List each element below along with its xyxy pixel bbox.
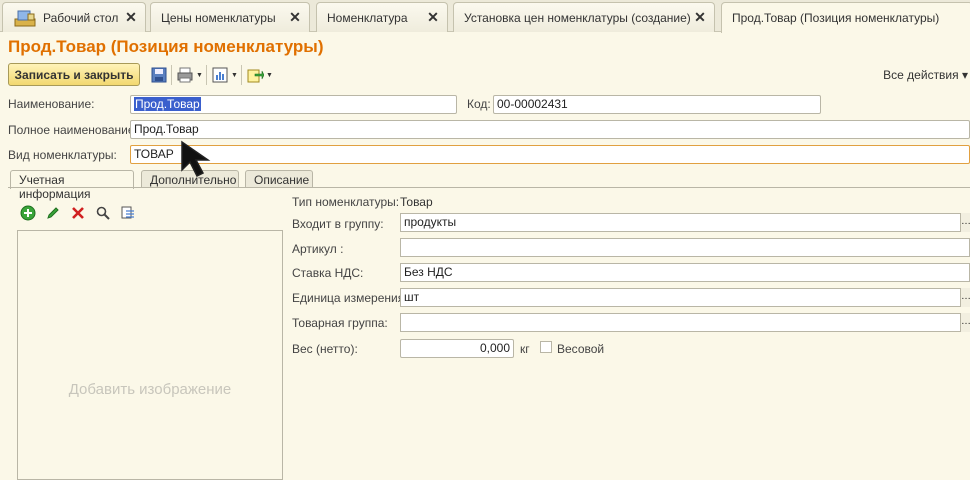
name-value: Прод.Товар — [134, 97, 201, 111]
group-label: Входит в группу: — [292, 217, 384, 231]
zoom-icon[interactable] — [95, 205, 111, 221]
product-group-field[interactable]: … — [400, 313, 970, 332]
tabs-divider — [8, 187, 970, 188]
add-icon[interactable] — [20, 205, 36, 221]
select-button[interactable]: … — [960, 288, 970, 307]
separator — [171, 65, 172, 85]
tab-label: Установка цен номенклатуры (создание) * — [464, 10, 692, 25]
code-field[interactable]: 00-00002431 — [493, 95, 821, 114]
create-dropdown-icon[interactable]: ▼ — [266, 72, 273, 79]
close-icon[interactable]: ✕ — [692, 9, 708, 26]
unit-value: шт — [404, 290, 420, 304]
tab-label: Прод.Товар (Позиция номенклатуры) — [732, 11, 940, 25]
tab-label: Номенклатура — [327, 10, 408, 25]
tab-label: Цены номенклатуры — [161, 10, 276, 25]
report-icon[interactable] — [211, 66, 229, 84]
toolbar: Записать и закрыть ▼ ▼ ▼ Все действия ▾ — [8, 63, 968, 87]
article-label: Артикул : — [292, 242, 344, 256]
tab-product[interactable]: Прод.Товар (Позиция номенклатуры) — [721, 2, 970, 33]
tab-strip: Рабочий стол ✕ Цены номенклатуры ✕ Номен… — [0, 0, 970, 33]
vat-label: Ставка НДС: — [292, 266, 364, 280]
select-button[interactable]: … — [960, 213, 970, 232]
tab-description[interactable]: Описание — [245, 170, 313, 188]
type-label: Тип номенклатуры: — [292, 195, 400, 209]
kind-label: Вид номенклатуры: — [8, 148, 117, 162]
full-name-label: Полное наименование: — [8, 123, 138, 137]
print-dropdown-icon[interactable]: ▼ — [196, 72, 203, 79]
add-image-link[interactable]: Добавить изображение — [18, 381, 282, 398]
close-icon[interactable]: ✕ — [123, 9, 139, 26]
tab-label: Рабочий стол — [43, 10, 119, 25]
type-value: Товар — [400, 195, 433, 209]
vat-field[interactable]: Без НДС — [400, 263, 970, 282]
name-field[interactable]: Прод.Товар — [130, 95, 457, 114]
report-dropdown-icon[interactable]: ▼ — [231, 72, 238, 79]
weight-field[interactable]: 0,000 — [400, 339, 514, 358]
create-based-on-icon[interactable] — [246, 66, 264, 84]
name-label: Наименование: — [8, 97, 95, 111]
mouse-cursor-icon — [181, 140, 211, 178]
by-weight-label: Весовой — [557, 342, 605, 356]
weight-unit: кг — [520, 342, 530, 356]
tab-prices[interactable]: Цены номенклатуры ✕ — [150, 2, 310, 32]
unit-label: Единица измерения: — [292, 291, 408, 305]
weight-label: Вес (нетто): — [292, 342, 358, 356]
article-field[interactable] — [400, 238, 970, 257]
tab-desktop[interactable]: Рабочий стол ✕ — [2, 2, 146, 32]
unit-field[interactable]: шт … — [400, 288, 970, 307]
group-field[interactable]: продукты … — [400, 213, 970, 232]
edit-icon[interactable] — [45, 205, 61, 221]
code-label: Код: — [467, 97, 491, 111]
tab-nomenclature[interactable]: Номенклатура ✕ — [316, 2, 448, 32]
by-weight-checkbox[interactable] — [540, 341, 552, 353]
separator — [206, 65, 207, 85]
full-name-field[interactable]: Прод.Товар — [130, 120, 970, 139]
delete-icon[interactable] — [70, 205, 86, 221]
tab-set-prices[interactable]: Установка цен номенклатуры (создание) * … — [453, 2, 715, 32]
page-title: Прод.Товар (Позиция номенклатуры) — [8, 37, 324, 56]
print-icon[interactable] — [176, 66, 194, 84]
save-icon[interactable] — [150, 66, 168, 84]
save-and-close-button[interactable]: Записать и закрыть — [8, 63, 140, 86]
close-icon[interactable]: ✕ — [287, 9, 303, 26]
kind-field[interactable]: ТОВАР — [130, 145, 970, 164]
image-area[interactable]: Добавить изображение — [17, 230, 283, 480]
all-actions-menu[interactable]: Все действия ▾ — [883, 68, 968, 82]
product-group-label: Товарная группа: — [292, 316, 388, 330]
desktop-icon — [14, 10, 36, 26]
close-icon[interactable]: ✕ — [425, 9, 441, 26]
select-image-icon[interactable] — [120, 205, 136, 221]
select-button[interactable]: … — [960, 313, 970, 332]
separator — [241, 65, 242, 85]
group-value: продукты — [404, 215, 457, 229]
